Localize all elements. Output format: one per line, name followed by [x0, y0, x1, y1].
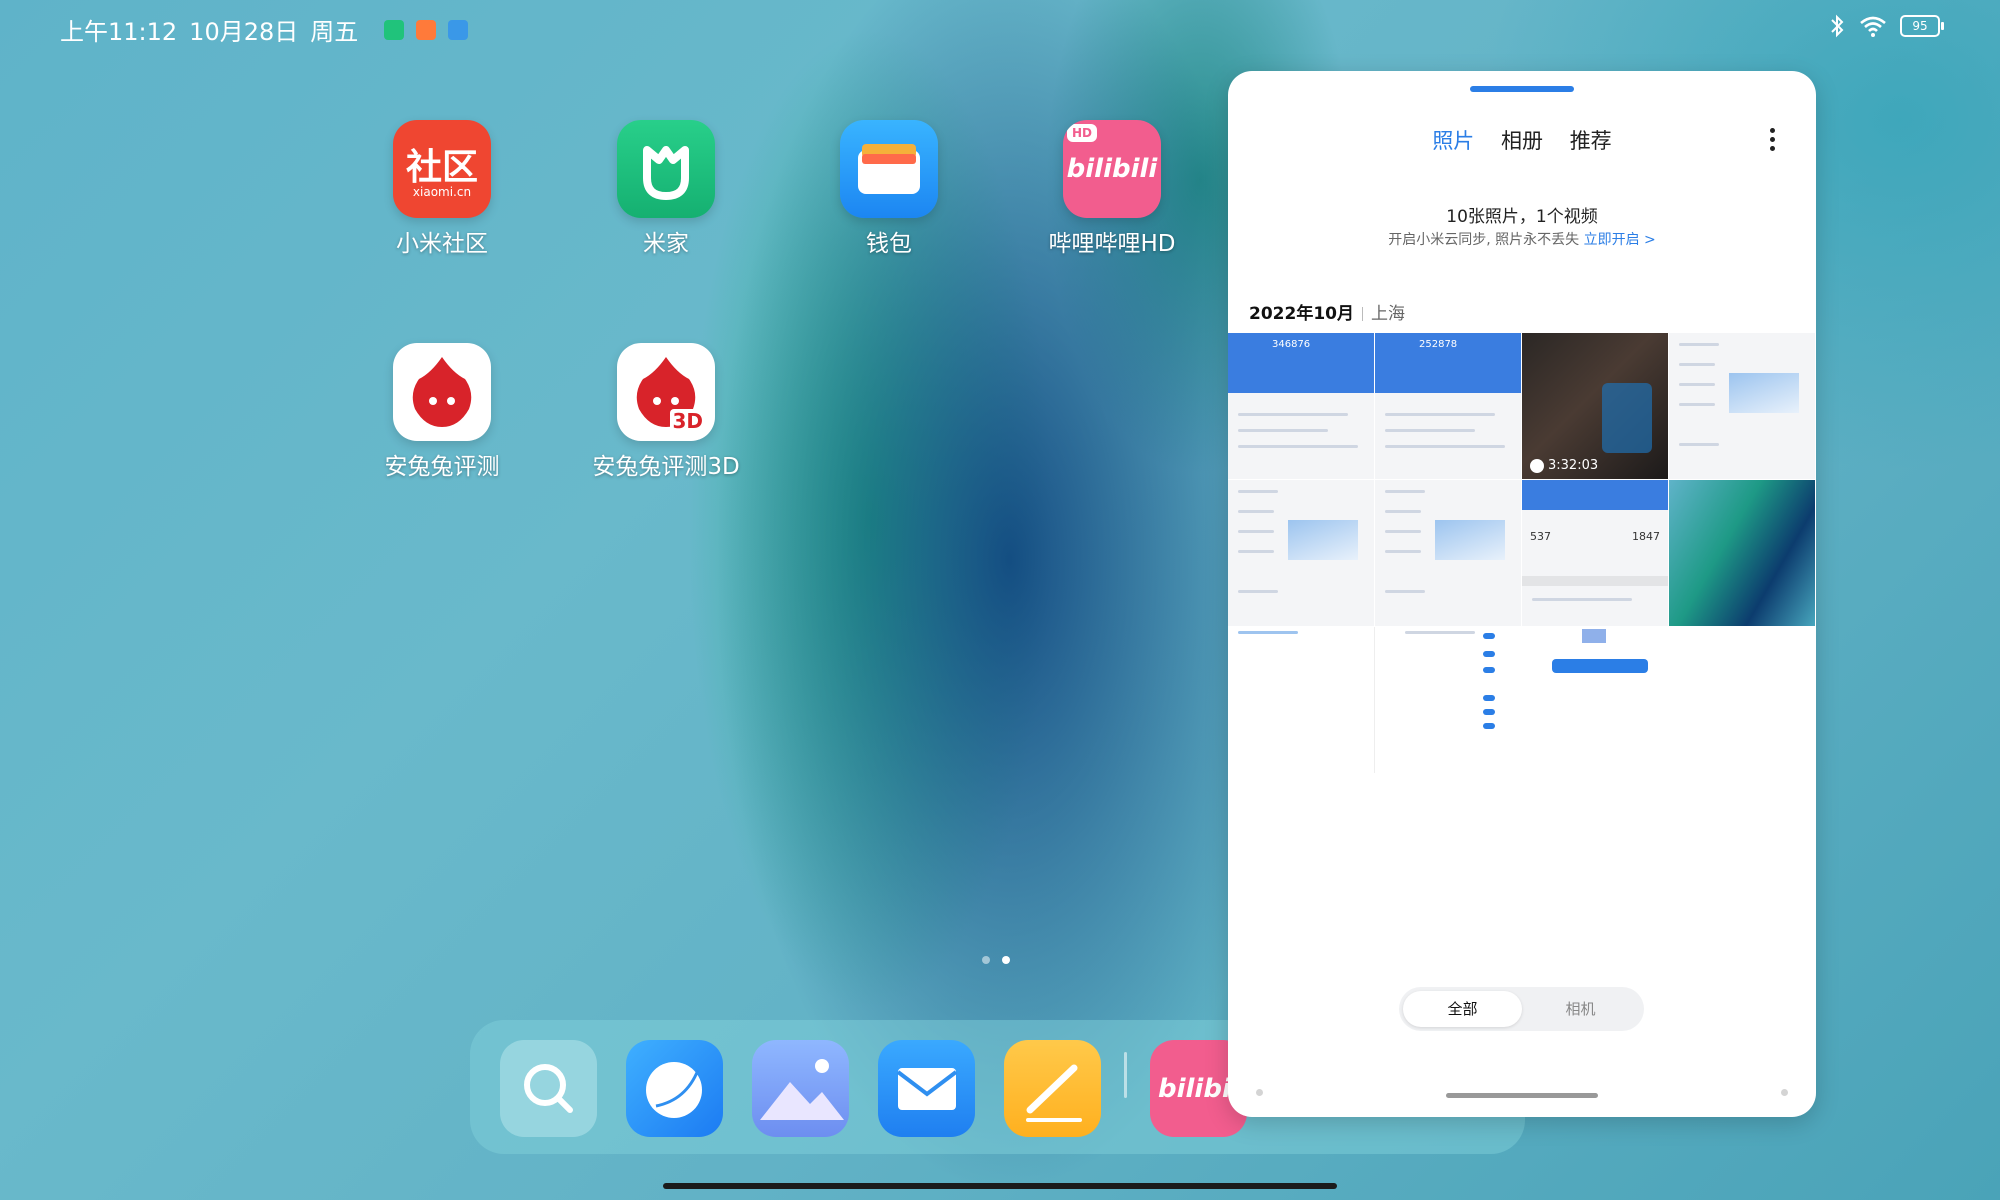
filter-segmented-control: 全部 相机 — [1399, 987, 1644, 1031]
email-icon — [896, 1068, 958, 1110]
app-bilibili-hd[interactable]: HD bilibili 哔哩哔哩HD — [1022, 120, 1202, 258]
stats-right-value: 1847 — [1632, 530, 1660, 543]
notification-shield-icon — [384, 19, 405, 40]
photo-thumbnail[interactable]: 346876 — [1228, 333, 1374, 479]
page-dot-active — [1002, 956, 1010, 964]
cloud-sync-prompt: 开启小米云同步, 照片永不丢失 立即开启 > — [1228, 229, 1816, 249]
tab-photos[interactable]: 照片 — [1432, 129, 1474, 153]
photo-thumbnail[interactable] — [1375, 627, 1521, 773]
antutu-icon — [393, 343, 491, 441]
tab-albums[interactable]: 相册 — [1501, 129, 1543, 153]
browser-icon — [646, 1062, 702, 1118]
bluetooth-icon — [1831, 14, 1844, 38]
bilibili-hd-badge: HD — [1067, 124, 1098, 142]
filter-camera[interactable]: 相机 — [1521, 991, 1640, 1027]
status-bar: 上午11:12 10月28日 周五 95 — [60, 12, 1944, 48]
status-date: 10月28日 — [189, 18, 299, 46]
cloud-sync-enable-link[interactable]: 立即开启 > — [1584, 232, 1656, 248]
bilibili-logo-text: bilibili — [1066, 154, 1158, 184]
photo-thumbnail[interactable]: 537 1847 — [1522, 480, 1668, 626]
photo-summary: 10张照片，1个视频 — [1446, 207, 1598, 227]
app-xiaomi-community[interactable]: 社区 xiaomi.cn 小米社区 — [352, 120, 532, 258]
dock-browser-app[interactable] — [626, 1040, 723, 1137]
wallet-icon — [840, 120, 938, 218]
xiaomi-community-icon: 社区 xiaomi.cn — [393, 120, 491, 218]
notes-icon — [1026, 1064, 1082, 1122]
mijia-logo-icon — [643, 146, 689, 200]
video-duration-text: 3:32:03 — [1548, 458, 1599, 473]
app-label: 小米社区 — [396, 231, 488, 257]
photo-thumbnail[interactable] — [1228, 627, 1375, 773]
video-duration: 3:32:03 — [1530, 458, 1598, 473]
wallpaper-thumbnail[interactable] — [1669, 480, 1815, 626]
resize-handle-left[interactable] — [1256, 1089, 1263, 1096]
app-wallet[interactable]: 钱包 — [799, 120, 979, 258]
search-icon — [524, 1064, 573, 1113]
battery-indicator: 95 — [1900, 15, 1944, 37]
window-bottom-bar[interactable] — [1446, 1093, 1598, 1098]
thumbnail-score: 252878 — [1419, 339, 1458, 350]
gallery-tabs: 照片 相册 推荐 — [1228, 125, 1816, 155]
photo-thumbnail[interactable]: 252878 — [1375, 333, 1521, 479]
dock-search-app[interactable] — [500, 1040, 597, 1137]
cloud-sync-text: 开启小米云同步, 照片永不丢失 — [1388, 232, 1580, 248]
app-label: 安兔兔评测3D — [592, 454, 740, 480]
thumbnail-score: 346876 — [1272, 339, 1311, 350]
app-label: 钱包 — [866, 231, 912, 257]
video-thumbnail[interactable]: 3:32:03 — [1522, 333, 1668, 479]
dock-separator — [1124, 1052, 1127, 1098]
photo-thumbnail[interactable] — [1669, 333, 1815, 479]
dock-email-app[interactable] — [878, 1040, 975, 1137]
status-right: 95 — [1828, 14, 1944, 38]
section-header: 2022年10月 上海 — [1249, 299, 1405, 324]
notification-mi-icon — [416, 19, 437, 40]
section-date: 2022年10月 — [1249, 304, 1354, 324]
home-gesture-bar[interactable] — [663, 1183, 1337, 1189]
status-left: 上午11:12 10月28日 周五 — [60, 12, 469, 47]
bilibili-hd-icon: HD bilibili — [1063, 120, 1161, 218]
tab-recommended[interactable]: 推荐 — [1570, 129, 1612, 153]
mijia-icon — [617, 120, 715, 218]
page-indicator[interactable] — [982, 956, 1010, 964]
resize-handle-right[interactable] — [1781, 1089, 1788, 1096]
gallery-icon — [760, 1059, 844, 1120]
app-antutu-3d[interactable]: 3D 安兔兔评测3D — [576, 343, 756, 481]
antutu-3d-icon: 3D — [617, 343, 715, 441]
page-dot — [982, 956, 990, 964]
more-options-icon[interactable] — [1770, 128, 1776, 155]
section-location: 上海 — [1370, 304, 1405, 324]
status-weekday: 周五 — [310, 18, 359, 46]
photo-thumbnail[interactable] — [1522, 627, 1668, 773]
window-drag-handle[interactable] — [1470, 86, 1574, 92]
play-icon — [1530, 458, 1544, 473]
app-label: 米家 — [643, 231, 689, 257]
app-antutu[interactable]: 安兔兔评测 — [352, 343, 532, 481]
notification-upload-icon — [448, 19, 469, 40]
xiaomi-community-icon-text: 社区 — [405, 147, 478, 188]
photo-thumbnail[interactable] — [1375, 480, 1521, 626]
antutu-logo-icon — [412, 357, 472, 427]
xiaomi-community-icon-subtext: xiaomi.cn — [412, 185, 472, 199]
filter-all[interactable]: 全部 — [1403, 991, 1522, 1027]
wifi-icon — [1860, 16, 1886, 37]
status-time: 上午11:12 — [60, 18, 178, 46]
app-label: 哔哩哔哩HD — [1048, 231, 1176, 257]
photo-thumbnail[interactable] — [1228, 480, 1374, 626]
gallery-floating-window: 照片 相册 推荐 10张照片，1个视频 开启小米云同步, 照片永不丢失 立即开启… — [1228, 71, 1816, 1117]
dock-notes-app[interactable] — [1004, 1040, 1101, 1137]
app-label: 安兔兔评测 — [384, 454, 500, 480]
app-mijia[interactable]: 米家 — [576, 120, 756, 258]
stats-left-value: 537 — [1530, 530, 1551, 543]
antutu-3d-badge: 3D — [670, 409, 705, 433]
dock-gallery-app[interactable] — [752, 1040, 849, 1137]
